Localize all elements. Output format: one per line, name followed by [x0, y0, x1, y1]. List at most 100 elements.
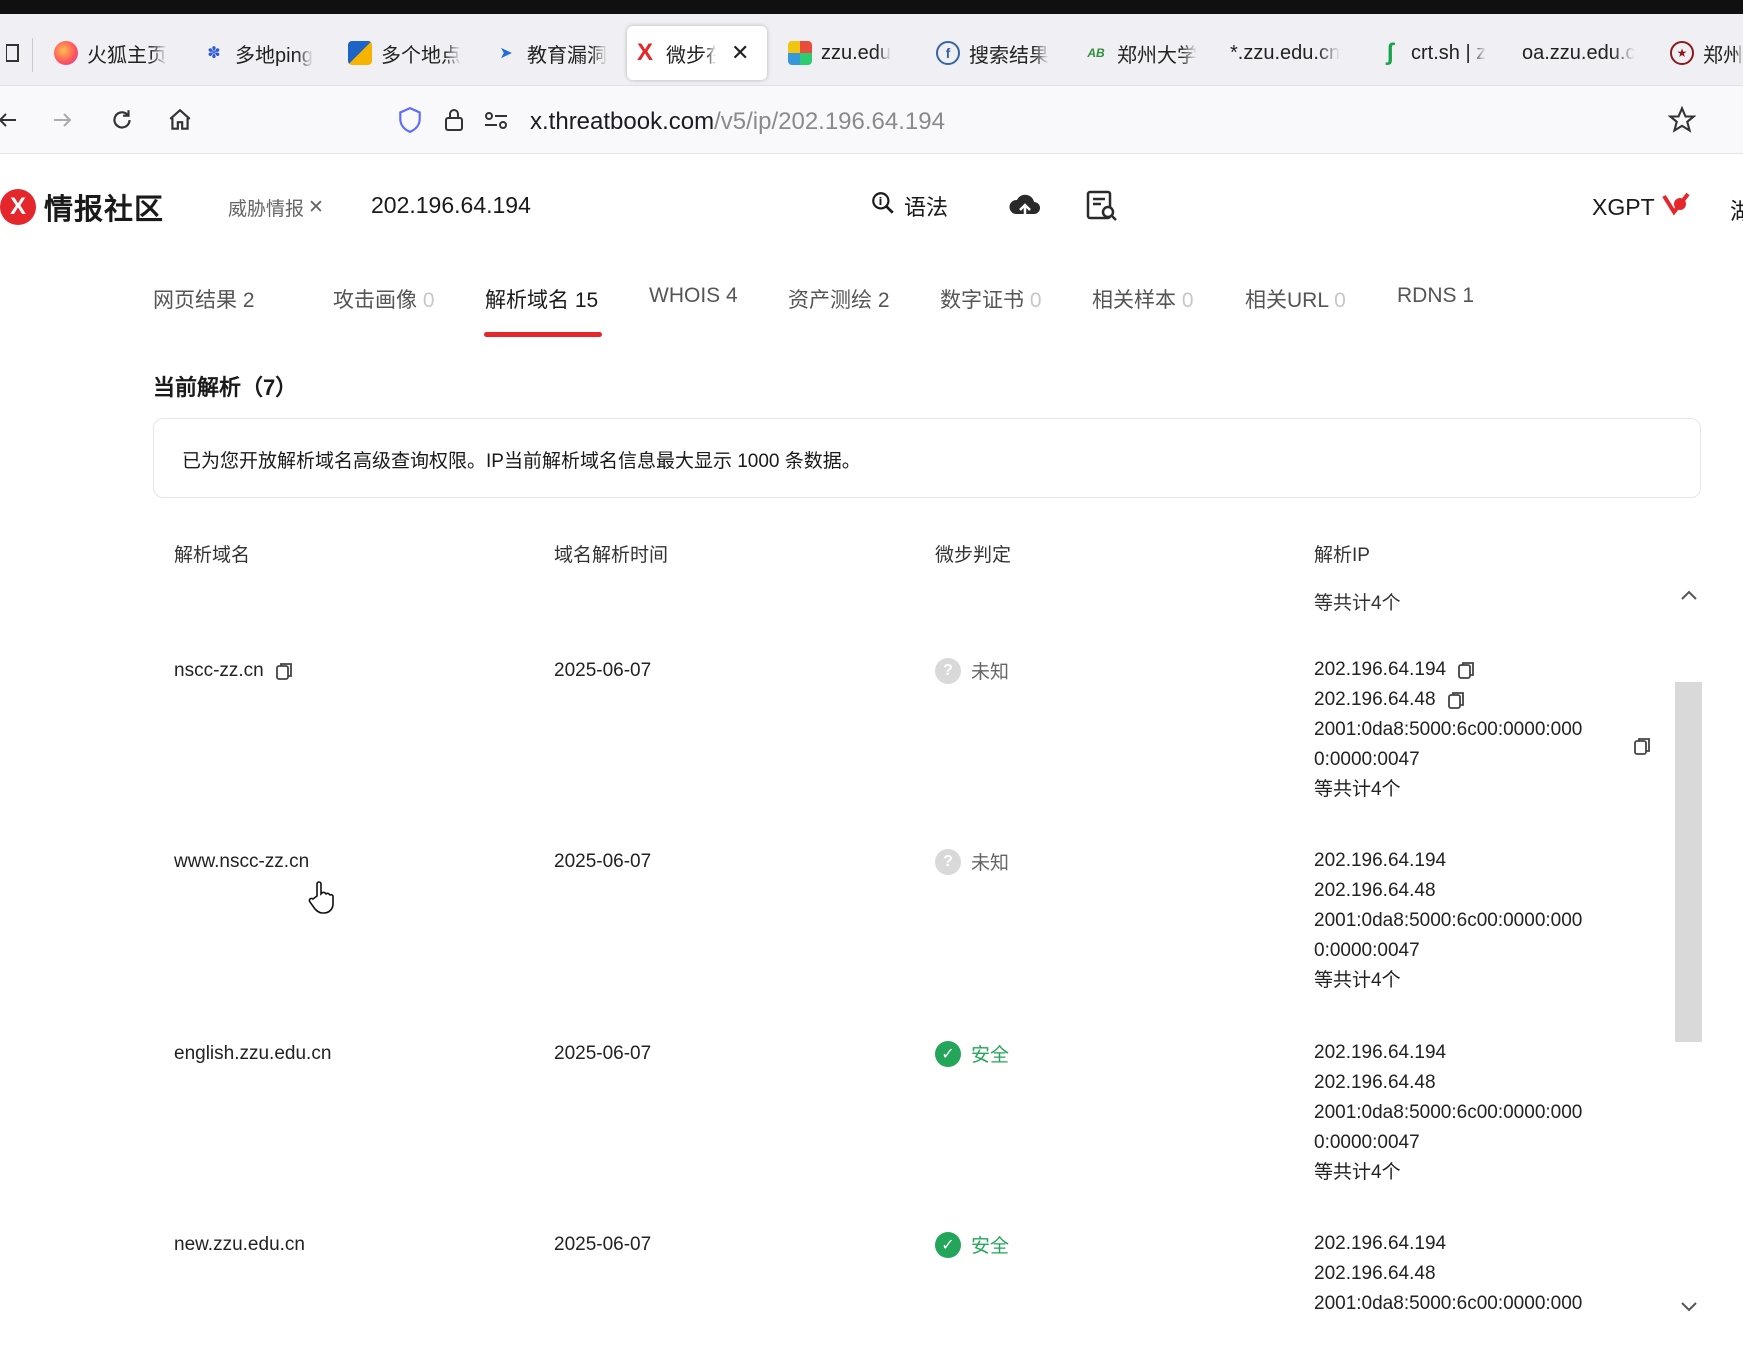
- ip-line: 2001:0da8:5000:6c00:0000:000: [1314, 906, 1582, 936]
- shield-icon[interactable]: [394, 104, 426, 136]
- ip-count-summary[interactable]: 等共计4个: [1314, 588, 1401, 615]
- notice-box: 已为您开放解析域名高级查询权限。IP当前解析域名信息最大显示 1000 条数据。: [153, 418, 1701, 498]
- chevron-up-icon[interactable]: [1678, 584, 1700, 606]
- ip-value[interactable]: 202.196.64.194: [1314, 1038, 1446, 1068]
- browser-tab-4[interactable]: X 微步在线 ✕: [627, 26, 767, 80]
- chart-icon: [348, 41, 372, 65]
- search-syntax-icon: i: [870, 190, 896, 222]
- result-tabs: 网页结果 2 攻击画像 0 解析域名 15 WHOIS 4 资产测绘 2 数字证…: [153, 280, 1553, 340]
- logo[interactable]: X 情报社区: [0, 186, 164, 228]
- ip-line: 202.196.64.48: [1314, 1259, 1582, 1289]
- xgpt-logo-icon: [1661, 192, 1691, 222]
- browser-tab-1[interactable]: ✽ 多地ping: [196, 26, 316, 80]
- domain-link[interactable]: nscc-zz.cn: [174, 660, 264, 682]
- browser-tab-6[interactable]: f 搜索结果: [930, 26, 1050, 80]
- tab-asset-mapping[interactable]: 资产测绘 2: [788, 284, 890, 314]
- bookmark-star-icon[interactable]: [1666, 104, 1698, 136]
- syntax-button[interactable]: i 语法: [870, 190, 948, 222]
- report-search-icon[interactable]: [1084, 188, 1120, 224]
- browser-tab-10[interactable]: oa.zzu.edu.c: [1516, 26, 1641, 80]
- ip-value[interactable]: 202.196.64.194: [1314, 1229, 1446, 1259]
- browser-tab-3[interactable]: ➤ 教育漏洞: [488, 26, 608, 80]
- copy-icon[interactable]: [1456, 660, 1476, 680]
- browser-tab-5[interactable]: zzu.edu: [782, 26, 902, 80]
- upload-cloud-icon[interactable]: [1007, 188, 1043, 224]
- tab-related-samples[interactable]: 相关样本 0: [1092, 284, 1194, 314]
- tab-rdns[interactable]: RDNS 1: [1397, 284, 1474, 308]
- chevron-down-icon[interactable]: [1678, 1296, 1700, 1318]
- resolve-time: 2025-06-07: [554, 1234, 652, 1255]
- url-text[interactable]: x.threatbook.com/v5/ip/202.196.64.194: [530, 108, 945, 136]
- permissions-icon[interactable]: [480, 104, 512, 136]
- hand-cursor-icon: [308, 880, 336, 914]
- ip-value[interactable]: 202.196.64.48: [1314, 1068, 1436, 1098]
- ip-count-summary[interactable]: 等共计4个: [1314, 1158, 1582, 1188]
- home-icon[interactable]: [164, 104, 196, 136]
- ip-value[interactable]: 2001:0da8:5000:6c00:0000:000: [1314, 1098, 1582, 1128]
- copy-icon[interactable]: [274, 661, 294, 681]
- ip-value[interactable]: 202.196.64.48: [1314, 876, 1436, 906]
- tab-web-results[interactable]: 网页结果 2: [153, 284, 255, 314]
- svg-text:i: i: [879, 195, 883, 208]
- tab-whois[interactable]: WHOIS 4: [649, 284, 738, 308]
- browser-tab-7[interactable]: AB 郑州大学: [1078, 26, 1198, 80]
- browser-tab-11[interactable]: ★ 郑州: [1664, 26, 1743, 80]
- column-header-domain: 解析域名: [174, 545, 251, 566]
- verdict-label: 未知: [971, 853, 1010, 874]
- tab-resolved-domains[interactable]: 解析域名 15: [485, 284, 598, 314]
- ip-count-summary[interactable]: 等共计4个: [1314, 966, 1582, 996]
- domain-cell: www.nscc-zz.cn: [174, 851, 309, 873]
- url-bar[interactable]: x.threatbook.com/v5/ip/202.196.64.194: [380, 96, 1680, 144]
- ip-value[interactable]: 202.196.64.194: [1314, 846, 1446, 876]
- ip-value[interactable]: 2001:0da8:5000:6c00:0000:000: [1314, 1289, 1582, 1319]
- resolve-time: 2025-06-07: [554, 1043, 652, 1064]
- browser-tab-8[interactable]: *.zzu.edu.cn: [1224, 26, 1344, 80]
- browser-nav-bar: x.threatbook.com/v5/ip/202.196.64.194: [0, 86, 1743, 154]
- domain-link[interactable]: new.zzu.edu.cn: [174, 1234, 305, 1256]
- ip-value[interactable]: 0:0000:0047: [1314, 936, 1420, 966]
- tab-separator: [32, 38, 33, 72]
- tab-overflow-icon[interactable]: [0, 26, 20, 80]
- ip-value[interactable]: 2001:0da8:5000:6c00:0000:000: [1314, 906, 1582, 936]
- close-tab-icon[interactable]: ✕: [731, 40, 749, 66]
- ip-line: 2001:0da8:5000:6c00:0000:000: [1314, 1289, 1582, 1319]
- ip-value[interactable]: 202.196.64.194: [1314, 655, 1446, 685]
- search-type-label: 威胁情报: [228, 199, 305, 220]
- syntax-label: 语法: [904, 195, 949, 220]
- reload-icon[interactable]: [106, 104, 138, 136]
- ip-value[interactable]: 0:0000:0047: [1314, 745, 1420, 775]
- domain-link[interactable]: english.zzu.edu.cn: [174, 1043, 331, 1065]
- ip-value[interactable]: 0:0000:0047: [1314, 1128, 1420, 1158]
- lock-icon[interactable]: [438, 104, 470, 136]
- browser-tab-9[interactable]: ʃ crt.sh | z: [1372, 26, 1492, 80]
- ip-value[interactable]: 2001:0da8:5000:6c00:0000:000: [1314, 715, 1582, 745]
- browser-tab-2[interactable]: 多个地点: [342, 26, 462, 80]
- tab-certificates[interactable]: 数字证书 0: [940, 284, 1042, 314]
- question-icon: ?: [935, 848, 961, 875]
- tab-attack-profile[interactable]: 攻击画像 0: [333, 284, 435, 314]
- copy-icon[interactable]: [1446, 690, 1466, 710]
- ip-value[interactable]: 202.196.64.48: [1314, 1259, 1436, 1289]
- ip-line: 2001:0da8:5000:6c00:0000:000: [1314, 715, 1582, 745]
- xgpt-button[interactable]: XGPT: [1592, 192, 1691, 222]
- back-icon[interactable]: [0, 104, 24, 136]
- forward-icon[interactable]: [46, 104, 78, 136]
- paw-icon: ✽: [207, 45, 221, 62]
- domain-link[interactable]: www.nscc-zz.cn: [174, 851, 309, 873]
- ip-line: 202.196.64.48: [1314, 685, 1582, 715]
- ip-list: 202.196.64.194 202.196.64.48 2001:0da8:5…: [1314, 1038, 1582, 1188]
- search-type-chip[interactable]: 威胁情报 ✕: [228, 194, 324, 221]
- header-clipped-item[interactable]: 湖: [1730, 192, 1743, 226]
- ip-line: 202.196.64.48: [1314, 876, 1582, 906]
- copy-icon[interactable]: [1632, 735, 1652, 755]
- ip-count-summary[interactable]: 等共计4个: [1314, 775, 1582, 805]
- verdict-label: 未知: [971, 662, 1010, 683]
- chip-close-icon[interactable]: ✕: [308, 196, 324, 219]
- search-input[interactable]: 202.196.64.194: [371, 192, 531, 219]
- column-header-time: 域名解析时间: [554, 545, 669, 566]
- scrollbar-thumb[interactable]: [1675, 682, 1702, 1042]
- ip-value[interactable]: 202.196.64.48: [1314, 685, 1436, 715]
- tab-related-urls[interactable]: 相关URL 0: [1245, 284, 1346, 314]
- column-header-ip: 解析IP: [1314, 545, 1370, 566]
- browser-tab-0[interactable]: 火狐主页: [48, 26, 168, 80]
